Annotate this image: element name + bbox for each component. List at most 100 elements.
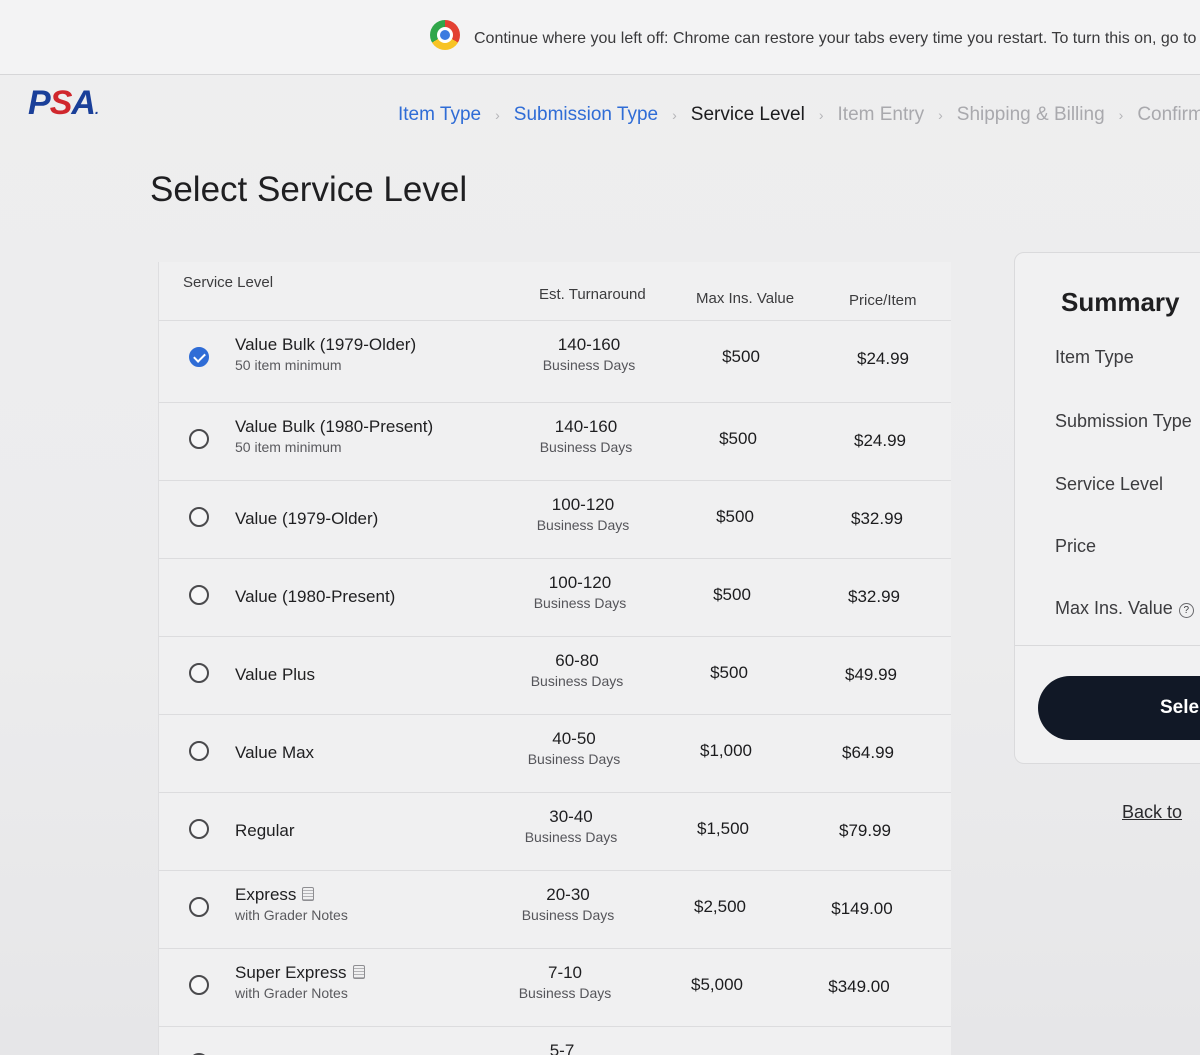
radio-unchecked-icon[interactable] [189, 741, 209, 761]
table-row[interactable]: Value Bulk (1979-Older) 50 item minimum 14… [159, 320, 951, 399]
turnaround-days: 30-40 [549, 807, 593, 826]
summary-price-label: Price [1055, 536, 1097, 556]
turnaround-days: 100-120 [551, 495, 615, 514]
service-name: Value Max [235, 743, 314, 763]
radio-unchecked-icon[interactable] [189, 819, 209, 839]
page-title: Select Service Level [150, 170, 468, 209]
service-name-text: Super Express [235, 963, 347, 982]
service-name: Value (1980-Present) [235, 587, 395, 607]
table-row[interactable]: Walk-Through5-7 [159, 1026, 951, 1055]
select-button[interactable]: Sele [1038, 676, 1200, 740]
radio-checked-icon[interactable] [189, 347, 209, 367]
chevron-right-icon: › [938, 107, 943, 123]
summary-submission-type-label: Submission Type [1055, 411, 1192, 431]
max-ins-value: $5,000 [691, 975, 743, 994]
summary-title: Summary [1061, 287, 1180, 317]
price-per-item: $24.99 [857, 349, 909, 368]
radio-unchecked-icon[interactable] [189, 585, 209, 605]
table-header: Service Level Est. Turnaround Max Ins. V… [159, 262, 951, 320]
max-ins-value: $500 [710, 663, 748, 682]
turnaround-unit: Business Days [518, 985, 612, 1001]
table-row[interactable]: Value Bulk (1980-Present) 50 item minimum… [159, 402, 951, 481]
price-per-item: $79.99 [839, 821, 891, 840]
turnaround-unit: Business Days [533, 595, 627, 611]
service-name-text: Value Bulk (1979-Older) [235, 335, 417, 354]
table-row[interactable]: Value (1979-Older) 100-120 Business Days $5… [159, 480, 951, 559]
turnaround-days: 5-7 [549, 1041, 575, 1055]
summary-divider [1015, 645, 1200, 646]
turnaround-days: 60-80 [555, 651, 599, 670]
column-header-turnaround: Est. Turnaround [539, 286, 646, 303]
summary-max-ins-value-label: Max Ins. Value? [1055, 598, 1194, 619]
table-row[interactable]: Value Max 40-50 Business Days $1,000 $64.99 [159, 714, 951, 793]
breadcrumb-item-type[interactable]: Item Type [396, 104, 483, 126]
service-level-table: Service Level Est. Turnaround Max Ins. V… [158, 262, 951, 1055]
service-subtext: 50 item minimum [235, 439, 342, 455]
price-per-item: $32.99 [851, 509, 903, 528]
table-row[interactable]: Express with Grader Notes 20-30 Business Da… [159, 870, 951, 949]
price-per-item: $49.99 [845, 665, 897, 684]
service-name: Value Bulk (1980-Present) [235, 417, 433, 437]
turnaround-unit: Business Days [521, 907, 615, 923]
turnaround-days: 40-50 [552, 729, 596, 748]
turnaround-days: 20-30 [546, 885, 590, 904]
turnaround-unit: Business Days [542, 357, 636, 373]
infobar-message: Continue where you left off: Chrome can … [474, 30, 1197, 47]
chevron-right-icon: › [672, 107, 677, 123]
table-row[interactable]: Regular 30-40 Business Days $1,500 $79.99 [159, 792, 951, 871]
turnaround-days: 7-10 [547, 963, 583, 982]
service-subtext: with Grader Notes [235, 907, 348, 923]
turnaround-unit: Business Days [536, 517, 630, 533]
info-icon[interactable]: ? [1178, 603, 1194, 618]
chrome-restore-infobar: Continue where you left off: Chrome can … [0, 0, 1200, 75]
service-name-text: Express [235, 885, 297, 904]
column-header-service-level: Service Level [183, 274, 274, 291]
max-ins-value: $500 [719, 429, 757, 448]
service-name-text: Value (1979-Older) [235, 509, 379, 528]
turnaround-days: 140-160 [557, 335, 621, 354]
grader-notes-icon [302, 887, 315, 901]
service-name: Value Plus [235, 665, 315, 685]
turnaround-unit: Business Days [527, 751, 621, 767]
service-name: Value Bulk (1979-Older) [235, 335, 416, 355]
service-name-text: Value Plus [235, 665, 316, 684]
page: Continue where you left off: Chrome can … [0, 0, 1200, 1055]
price-per-item: $24.99 [854, 431, 906, 450]
breadcrumb-service-level: Service Level [690, 104, 805, 125]
service-name-text: Value (1980-Present) [235, 587, 396, 606]
service-name: Super Express [235, 963, 365, 983]
chevron-right-icon: › [818, 107, 824, 123]
radio-unchecked-icon[interactable] [189, 507, 209, 527]
service-subtext: 50 item minimum [235, 357, 342, 373]
max-ins-value: $500 [722, 347, 760, 366]
max-ins-value: $500 [713, 585, 751, 604]
turnaround-unit: Business Days [524, 829, 618, 845]
price-per-item: $32.99 [848, 587, 900, 606]
price-per-item: $149.00 [831, 899, 893, 918]
service-name: Regular [235, 821, 295, 841]
radio-unchecked-icon[interactable] [189, 897, 209, 917]
logo-text: PSA [28, 84, 96, 122]
table-row[interactable]: Value (1980-Present) 100-120 Business Days… [159, 558, 951, 637]
chrome-logo-icon [430, 20, 460, 50]
chevron-right-icon: › [1118, 107, 1124, 123]
table-row[interactable]: Value Plus 60-80 Business Days $500 $49.99 [159, 636, 951, 715]
breadcrumb-submission-type[interactable]: Submission Type [512, 104, 660, 126]
breadcrumb-item-entry: Item Entry [837, 104, 925, 125]
price-per-item: $349.00 [828, 977, 890, 996]
max-ins-value: $1,000 [700, 741, 752, 760]
table-row[interactable]: Super Express with Grader Notes 7-10 Busine… [159, 948, 951, 1027]
breadcrumb: Item Type › Submission Type › Service Le… [396, 104, 1200, 126]
radio-unchecked-icon[interactable] [189, 663, 209, 683]
radio-unchecked-icon[interactable] [189, 975, 209, 995]
column-header-price-item: Price/Item [849, 292, 917, 309]
psa-logo[interactable]: PSA. [28, 84, 99, 123]
turnaround-unit: Business Days [530, 673, 624, 689]
summary-max-ins-value-text: Max Ins. Value [1055, 598, 1173, 618]
service-name-text: Value Max [235, 743, 315, 762]
radio-unchecked-icon[interactable] [189, 429, 209, 449]
back-to-link[interactable]: Back to [1122, 802, 1182, 823]
max-ins-value: $2,500 [694, 897, 746, 916]
service-name-text: Regular [235, 821, 295, 840]
breadcrumb-confirmation: Confirmat [1137, 104, 1200, 125]
